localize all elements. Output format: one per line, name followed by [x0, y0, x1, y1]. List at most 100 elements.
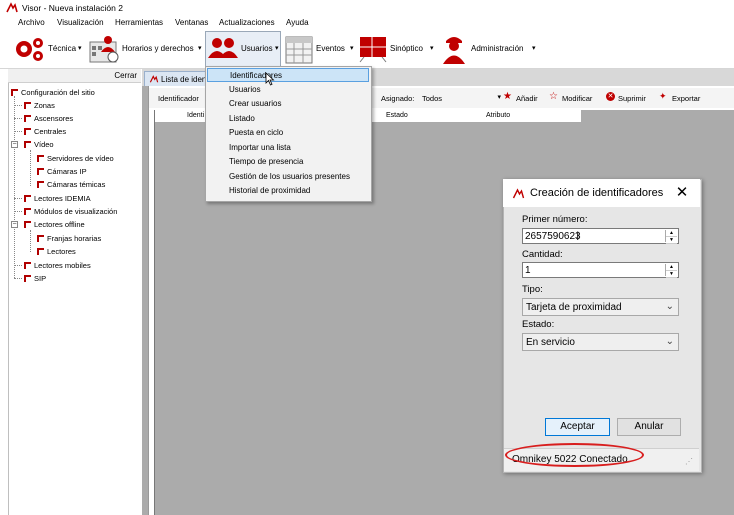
- app-logo-icon: [512, 188, 525, 199]
- tree-item-centrales[interactable]: Centrales: [24, 127, 66, 136]
- tree-label: Franjas horarias: [47, 234, 102, 243]
- menu-item-crear-usuarios[interactable]: Crear usuarios: [207, 97, 369, 111]
- menu-item-listado[interactable]: Listado: [207, 112, 369, 126]
- menu-item-gestion-presentes[interactable]: Gestión de los usuarios presentes: [207, 170, 369, 184]
- modificar-button[interactable]: ☆ Modificar: [549, 91, 601, 104]
- tree-item-ascensores[interactable]: Ascensores: [24, 114, 73, 123]
- tree-label: Configuración del sitio: [21, 88, 95, 97]
- column-identificador[interactable]: Identi: [187, 112, 204, 119]
- aceptar-button[interactable]: Aceptar: [545, 418, 610, 436]
- primer-numero-input[interactable]: 2657590623 ▲ ▼: [522, 228, 679, 244]
- collapse-offline-toggle[interactable]: −: [11, 221, 18, 228]
- chevron-down-icon: ▾: [350, 45, 354, 52]
- anadir-button[interactable]: ★ Añadir: [503, 91, 543, 104]
- star-icon: ★: [503, 91, 512, 102]
- column-estado[interactable]: Estado: [386, 112, 408, 119]
- menu-item-importar-lista[interactable]: Importar una lista: [207, 141, 369, 155]
- up-arrow-icon[interactable]: ▲: [666, 230, 677, 237]
- tree-item-franjas-horarias[interactable]: Franjas horarias: [37, 234, 101, 243]
- cantidad-stepper[interactable]: ▲ ▼: [665, 264, 677, 278]
- eventos-button[interactable]: Eventos ▾: [284, 30, 358, 68]
- chevron-down-icon: ▾: [78, 45, 82, 52]
- administracion-button[interactable]: Administración ▾: [440, 30, 540, 68]
- window-title: Visor - Nueva instalación 2: [22, 3, 123, 13]
- node-icon: [11, 89, 18, 96]
- collapse-video-toggle[interactable]: −: [11, 141, 18, 148]
- menu-ventanas[interactable]: Ventanas: [175, 18, 208, 27]
- tree-line: [14, 118, 22, 119]
- tree-item-lectores[interactable]: Lectores: [37, 247, 76, 256]
- tree-label: Lectores IDEMIA: [34, 194, 91, 203]
- sinoptico-button[interactable]: Sinóptico ▾: [358, 30, 440, 68]
- tree-item-video[interactable]: Vídeo: [24, 140, 54, 149]
- menu-item-identificadores[interactable]: Identificadores: [207, 68, 369, 82]
- column-atributo[interactable]: Atributo: [486, 112, 510, 119]
- node-icon: [37, 235, 44, 242]
- menu-item-usuarios[interactable]: Usuarios: [207, 83, 369, 97]
- tipo-value: Tarjeta de proximidad: [526, 302, 622, 313]
- tree-item-configuracion[interactable]: Configuración del sitio: [11, 88, 95, 97]
- dialog-title: Creación de identificadores: [530, 187, 664, 199]
- menu-item-historial-proximidad[interactable]: Historial de proximidad: [207, 184, 369, 198]
- admin-user-icon: [443, 37, 465, 64]
- menu-item-puesta-en-ciclo[interactable]: Puesta en ciclo: [207, 126, 369, 140]
- tree-item-lectores-idemia[interactable]: Lectores IDEMIA: [24, 194, 91, 203]
- suprimir-button[interactable]: ✕ Suprimir: [606, 91, 654, 104]
- tree-item-zonas[interactable]: Zonas: [24, 101, 55, 110]
- close-panel-button[interactable]: Cerrar: [114, 71, 137, 80]
- up-arrow-icon[interactable]: ▲: [666, 264, 677, 271]
- menu-item-label: Usuarios: [229, 85, 261, 94]
- menu-visualizacion[interactable]: Visualización: [57, 18, 104, 27]
- tree-label: Cámaras témicas: [47, 180, 106, 189]
- menu-ayuda[interactable]: Ayuda: [286, 18, 309, 27]
- anular-button[interactable]: Anular: [617, 418, 681, 436]
- export-icon: ✦: [659, 91, 667, 101]
- highlight-ellipse: [505, 443, 644, 467]
- node-icon: [24, 262, 31, 269]
- down-arrow-icon[interactable]: ▼: [666, 271, 677, 278]
- tree-item-sip[interactable]: SIP: [24, 274, 46, 283]
- tree-item-lectores-mobiles[interactable]: Lectores mobiles: [24, 261, 91, 270]
- tree-line: [30, 150, 31, 186]
- cantidad-input[interactable]: 1 ▲ ▼: [522, 262, 679, 278]
- tipo-select[interactable]: Tarjeta de proximidad ⌄: [522, 298, 679, 316]
- exportar-button[interactable]: ✦ Exportar: [659, 91, 709, 104]
- tecnica-label: Técnica: [48, 44, 77, 53]
- tree-label: Lectores mobiles: [34, 261, 91, 270]
- tree-label: Lectores offline: [34, 220, 85, 229]
- cantidad-value: 1: [525, 265, 531, 276]
- menu-actualizaciones[interactable]: Actualizaciones: [219, 18, 275, 27]
- tree-item-lectores-offline[interactable]: Lectores offline: [24, 220, 85, 229]
- menu-item-tiempo-presencia[interactable]: Tiempo de presencia: [207, 155, 369, 169]
- estado-value: En servicio: [526, 337, 575, 348]
- modificar-label: Modificar: [562, 94, 593, 103]
- menu-item-label: Listado: [229, 114, 255, 123]
- chevron-down-icon: ⌄: [665, 301, 674, 312]
- down-arrow-icon[interactable]: ▼: [666, 237, 677, 244]
- tecnica-button[interactable]: Técnica ▾: [14, 30, 84, 68]
- menu-archivo[interactable]: Archivo: [18, 18, 45, 27]
- tree-item-camaras-ip[interactable]: Cámaras IP: [37, 167, 87, 176]
- close-icon[interactable]: ✕: [673, 184, 691, 202]
- asignado-select[interactable]: Todos ▾: [421, 91, 501, 103]
- app-logo-icon: [149, 75, 159, 83]
- tree-item-camaras-termicas[interactable]: Cámaras témicas: [37, 180, 105, 189]
- node-icon: [24, 115, 31, 122]
- estado-select[interactable]: En servicio ⌄: [522, 333, 679, 351]
- tree-item-modulos-visualizacion[interactable]: Módulos de visualización: [24, 207, 117, 216]
- usuarios-button[interactable]: Usuarios ▾: [205, 30, 283, 68]
- primer-numero-stepper[interactable]: ▲ ▼: [665, 230, 677, 244]
- tree-label: Servidores de vídeo: [47, 154, 114, 163]
- chevron-down-icon: ▾: [532, 45, 536, 52]
- tree-label: Cámaras IP: [47, 167, 87, 176]
- horarios-button[interactable]: Horarios y derechos ▾: [88, 30, 204, 68]
- node-icon: [37, 155, 44, 162]
- resize-grip-icon[interactable]: ⋰: [685, 457, 693, 466]
- menu-herramientas[interactable]: Herramientas: [115, 18, 163, 27]
- tree-item-servidores-video[interactable]: Servidores de vídeo: [37, 154, 114, 163]
- estado-label: Estado:: [522, 319, 555, 330]
- identificador-label: Identificador: [158, 94, 199, 103]
- chevron-down-icon: ▾: [198, 45, 202, 52]
- tree-label: SIP: [34, 274, 47, 283]
- node-icon: [24, 141, 31, 148]
